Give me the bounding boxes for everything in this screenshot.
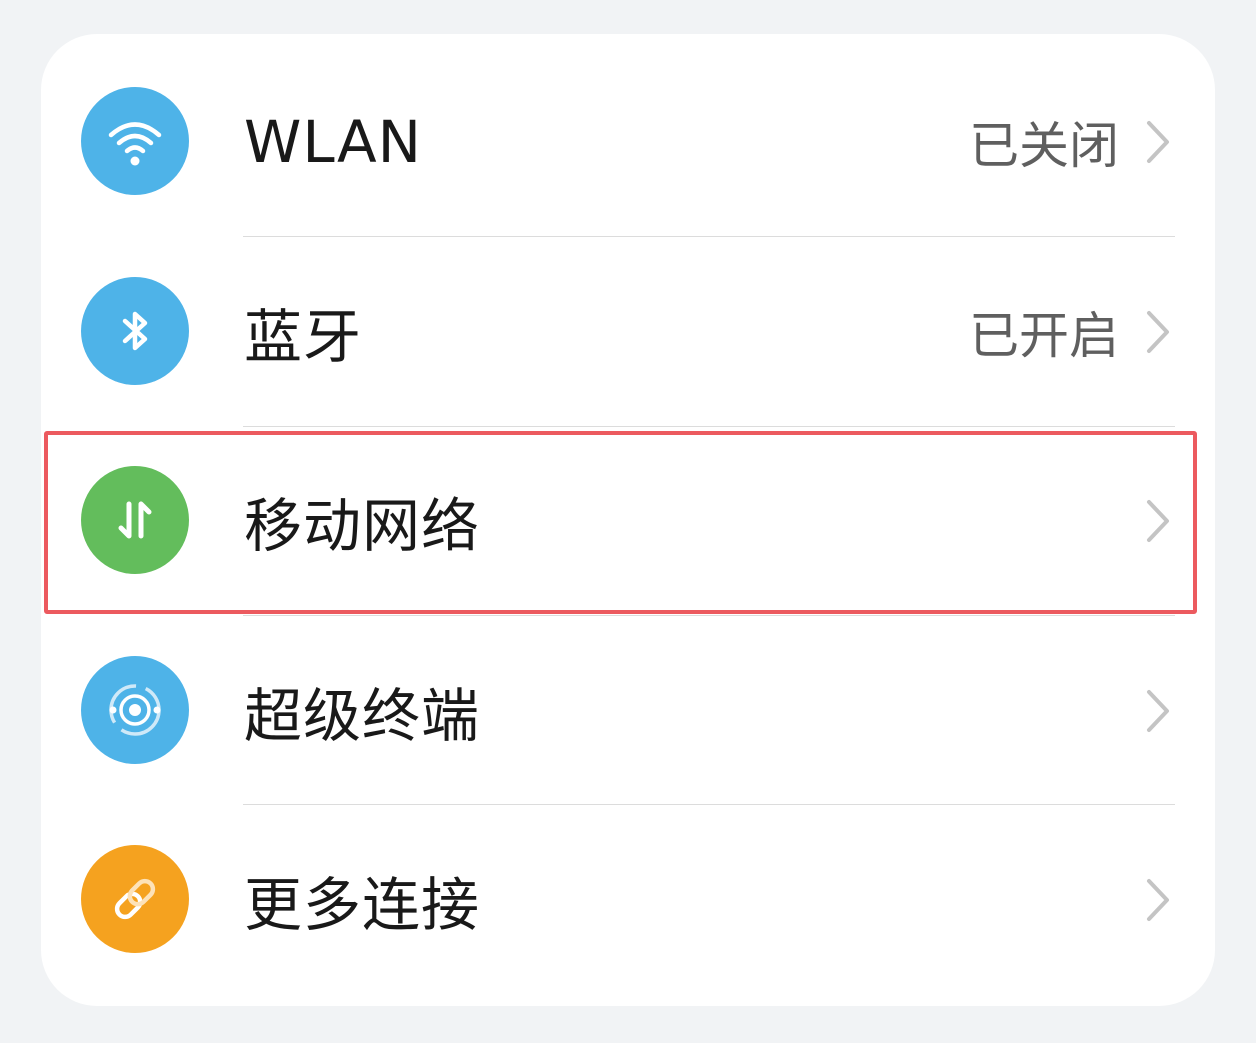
connections-card: WLAN 已关闭 蓝牙 已开启 移动网络 超级终端 更多连接 xyxy=(41,34,1215,1006)
chevron-right-icon xyxy=(1147,121,1169,163)
mobile-network-label: 移动网络 xyxy=(244,492,481,560)
wifi-icon xyxy=(81,87,189,195)
bluetooth-row[interactable]: 蓝牙 已开启 xyxy=(41,237,1215,427)
bluetooth-status: 已开启 xyxy=(969,307,1119,365)
bluetooth-icon xyxy=(81,277,189,385)
chevron-right-icon xyxy=(1147,311,1169,353)
chevron-right-icon xyxy=(1147,879,1169,921)
wlan-status: 已关闭 xyxy=(969,117,1119,175)
more-connections-row[interactable]: 更多连接 xyxy=(41,805,1215,995)
wlan-row[interactable]: WLAN 已关闭 xyxy=(41,47,1215,237)
more-connections-label: 更多连接 xyxy=(244,871,481,939)
mobile-network-row[interactable]: 移动网络 xyxy=(41,426,1215,616)
super-device-icon xyxy=(81,656,189,764)
wlan-label: WLAN xyxy=(244,108,423,176)
chevron-right-icon xyxy=(1147,690,1169,732)
bluetooth-label: 蓝牙 xyxy=(244,303,363,371)
mobile-data-icon xyxy=(81,466,189,574)
super-device-row[interactable]: 超级终端 xyxy=(41,616,1215,806)
chevron-right-icon xyxy=(1147,500,1169,542)
super-device-label: 超级终端 xyxy=(244,682,481,750)
link-icon xyxy=(81,845,189,953)
